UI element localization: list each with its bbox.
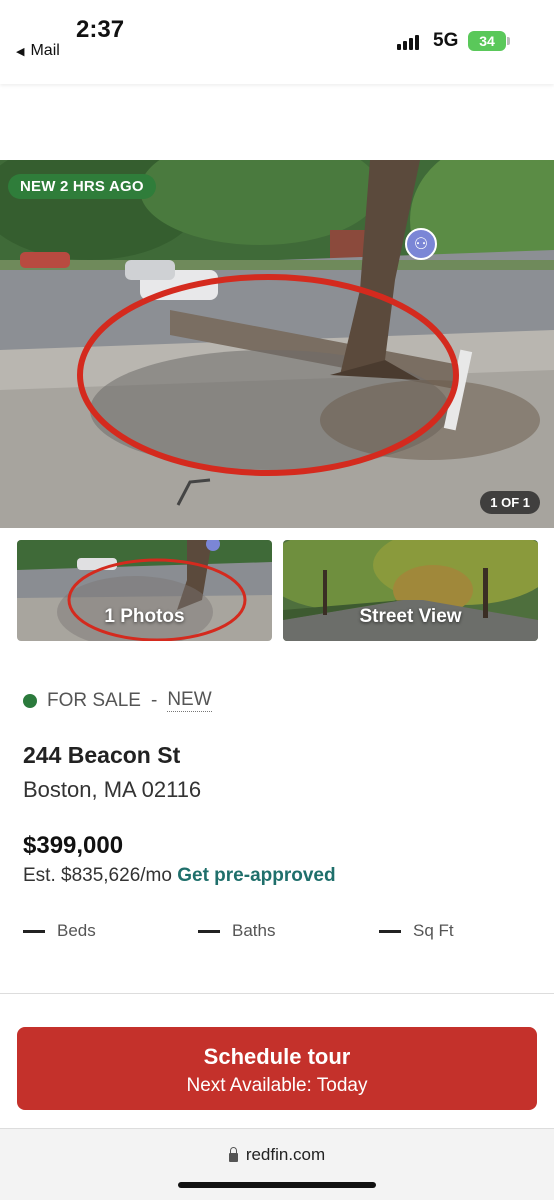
back-app-label: Mail: [30, 42, 60, 59]
street-address: 244 Beacon St: [23, 742, 181, 768]
status-dot-icon: [23, 693, 37, 708]
hero-photo[interactable]: NEW 2 HRS AGO ⚇ 1 OF 1: [0, 160, 554, 528]
battery-icon: 34: [468, 31, 506, 51]
url-text: redfin.com: [245, 1145, 326, 1164]
schedule-tour-button[interactable]: Schedule tour Next Available: Today: [17, 1027, 537, 1110]
home-indicator[interactable]: [178, 1182, 376, 1188]
lock-icon: [228, 1146, 238, 1162]
network-type: 5G: [433, 30, 459, 51]
sqft-value-dash: [379, 929, 401, 933]
battery-cap: [507, 37, 510, 45]
back-to-mail-button[interactable]: ◀ Mail: [16, 42, 60, 60]
new-listing-badge: NEW 2 HRS AGO: [8, 174, 156, 199]
street-view-person-icon[interactable]: ⚇: [405, 228, 437, 260]
status-text: FOR SALE: [47, 689, 141, 711]
street-view-label: Street View: [359, 606, 462, 627]
browser-address-bar[interactable]: redfin.com: [0, 1128, 554, 1200]
beds-label: Beds: [57, 921, 96, 940]
street-view-thumbnail[interactable]: Street View: [283, 540, 538, 641]
estimated-payment: Est. $835,626/mo Get pre-approved: [23, 865, 336, 887]
photos-thumbnail[interactable]: 1 Photos: [17, 540, 272, 641]
estimated-payment-text: Est. $835,626/mo: [23, 865, 172, 886]
beds-stat: Beds: [23, 921, 96, 941]
city-state-zip: Boston, MA 02116: [23, 777, 202, 802]
beds-value-dash: [23, 929, 45, 933]
schedule-tour-title: Schedule tour: [203, 1044, 351, 1069]
cellular-signal-icon: [397, 34, 419, 50]
listing-status: FOR SALE - NEW: [23, 689, 212, 712]
photos-count-label: 1 Photos: [104, 606, 185, 627]
battery-level: 34: [479, 33, 495, 49]
clock: 2:37: [76, 16, 125, 43]
baths-value-dash: [198, 929, 220, 933]
street-photo-image: [0, 160, 554, 528]
back-arrow-icon: ◀: [16, 45, 25, 58]
status-separator: -: [150, 689, 158, 711]
photo-counter: 1 OF 1: [480, 491, 540, 514]
status-new-link[interactable]: NEW: [167, 689, 212, 712]
schedule-tour-subtitle: Next Available: Today: [186, 1075, 368, 1096]
section-divider: [0, 993, 554, 994]
baths-label: Baths: [232, 921, 276, 940]
status-bar: 2:37 ◀ Mail 5G 34: [0, 0, 554, 84]
sqft-stat: Sq Ft: [379, 921, 454, 941]
baths-stat: Baths: [198, 921, 275, 941]
url-display[interactable]: redfin.com: [0, 1145, 554, 1165]
sqft-label: Sq Ft: [413, 921, 454, 940]
listing-price: $399,000: [23, 832, 124, 859]
get-pre-approved-link[interactable]: Get pre-approved: [177, 865, 335, 886]
